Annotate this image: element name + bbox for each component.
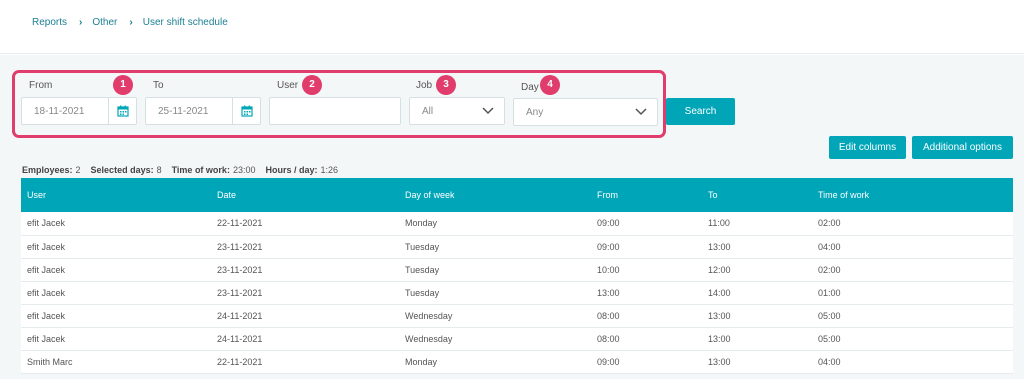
column-header-from[interactable]: From — [591, 178, 702, 212]
cell-date: 23-11-2021 — [211, 258, 399, 282]
day-select-value: Any — [526, 107, 544, 118]
cell-user: efit Jacek — [21, 235, 211, 259]
cell-user: efit Jacek — [21, 212, 211, 236]
top-bar: Reports › Other › User shift schedule — [0, 0, 1024, 54]
summary-bar: Employees: 2 Selected days: 8 Time of work… — [22, 165, 348, 175]
cell-from: 10:00 — [591, 258, 702, 282]
breadcrumb-current: User shift schedule — [142, 17, 228, 28]
table-header-row: User Date Day of week From To Time of wo… — [21, 178, 1013, 212]
cell-day-of-week: Monday — [399, 350, 591, 374]
chevron-down-icon — [635, 108, 647, 116]
cell-from: 09:00 — [591, 235, 702, 259]
breadcrumb: Reports › Other › User shift schedule — [32, 17, 228, 28]
cell-day-of-week: Tuesday — [399, 258, 591, 282]
summary-hours-per-day: Hours / day: 1:26 — [265, 165, 339, 175]
cell-time-of-work: 05:00 — [812, 304, 1013, 328]
table-row[interactable]: efit Jacek 22-11-2021 Monday 09:00 11:00… — [21, 212, 1013, 236]
breadcrumb-other[interactable]: Other — [92, 17, 117, 28]
summary-time-of-work: Time of work: 23:00 — [171, 165, 256, 175]
cell-day-of-week: Monday — [399, 212, 591, 236]
cell-date: 22-11-2021 — [211, 212, 399, 236]
cell-time-of-work: 02:00 — [812, 212, 1013, 236]
cell-day-of-week: Wednesday — [399, 327, 591, 351]
annotation-badge-2: 2 — [302, 75, 322, 95]
edit-columns-button[interactable]: Edit columns — [829, 136, 906, 159]
table-row[interactable]: efit Jacek 23-11-2021 Tuesday 10:00 12:0… — [21, 258, 1013, 282]
cell-date: 22-11-2021 — [211, 350, 399, 374]
to-date-field[interactable]: 25-11-2021 — [145, 97, 261, 125]
column-header-date[interactable]: Date — [211, 178, 399, 212]
cell-date: 23-11-2021 — [211, 235, 399, 259]
from-date-field[interactable]: 18-11-2021 — [21, 97, 137, 125]
column-header-time-of-work[interactable]: Time of work — [812, 178, 1013, 212]
cell-date: 23-11-2021 — [211, 281, 399, 305]
annotation-badge-1: 1 — [113, 75, 133, 95]
user-label: User — [277, 80, 299, 91]
cell-user: efit Jacek — [21, 258, 211, 282]
cell-time-of-work: 01:00 — [812, 281, 1013, 305]
annotation-badge-4: 4 — [540, 75, 560, 95]
cell-to: 13:00 — [702, 327, 812, 351]
cell-user: efit Jacek — [21, 327, 211, 351]
job-select-value: All — [422, 106, 434, 117]
cell-time-of-work: 04:00 — [812, 350, 1013, 374]
job-select[interactable]: All — [409, 97, 505, 125]
search-button[interactable]: Search — [666, 98, 735, 125]
table-row[interactable]: efit Jacek 23-11-2021 Tuesday 09:00 13:0… — [21, 235, 1013, 259]
cell-from: 13:00 — [591, 281, 702, 305]
cell-to: 13:00 — [702, 304, 812, 328]
column-header-to[interactable]: To — [702, 178, 812, 212]
table-row[interactable]: efit Jacek 24-11-2021 Wednesday 08:00 13… — [21, 304, 1013, 328]
cell-from: 08:00 — [591, 304, 702, 328]
calendar-icon[interactable] — [108, 98, 136, 124]
day-select[interactable]: Any — [513, 98, 658, 126]
cell-date: 24-11-2021 — [211, 327, 399, 351]
cell-date: 24-11-2021 — [211, 304, 399, 328]
cell-to: 12:00 — [702, 258, 812, 282]
summary-employees: Employees: 2 — [22, 165, 81, 175]
cell-time-of-work: 04:00 — [812, 235, 1013, 259]
to-label: To — [153, 80, 164, 91]
summary-selected-days: Selected days: 8 — [90, 165, 162, 175]
additional-options-button[interactable]: Additional options — [912, 136, 1013, 159]
cell-time-of-work: 05:00 — [812, 327, 1013, 351]
calendar-icon[interactable] — [232, 98, 260, 124]
cell-to: 11:00 — [702, 212, 812, 236]
cell-from: 08:00 — [591, 327, 702, 351]
table-row[interactable]: efit Jacek 24-11-2021 Wednesday 08:00 13… — [21, 327, 1013, 351]
cell-time-of-work: 02:00 — [812, 258, 1013, 282]
to-date-value[interactable]: 25-11-2021 — [146, 98, 232, 124]
cell-day-of-week: Tuesday — [399, 281, 591, 305]
day-label: Day — [521, 82, 539, 93]
chevron-right-icon: › — [79, 17, 83, 28]
from-date-value[interactable]: 18-11-2021 — [22, 98, 108, 124]
cell-to: 14:00 — [702, 281, 812, 305]
chevron-down-icon — [482, 107, 494, 115]
cell-from: 09:00 — [591, 350, 702, 374]
cell-from: 09:00 — [591, 212, 702, 236]
cell-day-of-week: Tuesday — [399, 235, 591, 259]
job-label: Job — [416, 80, 433, 91]
cell-day-of-week: Wednesday — [399, 304, 591, 328]
cell-user: efit Jacek — [21, 304, 211, 328]
user-input[interactable] — [269, 97, 401, 125]
annotation-badge-3: 3 — [436, 75, 456, 95]
column-header-user[interactable]: User — [21, 178, 211, 212]
column-header-day-of-week[interactable]: Day of week — [399, 178, 591, 212]
table-row[interactable]: efit Jacek 23-11-2021 Tuesday 13:00 14:0… — [21, 281, 1013, 305]
cell-to: 13:00 — [702, 350, 812, 374]
chevron-right-icon: › — [129, 17, 133, 28]
from-label: From — [29, 80, 53, 91]
cell-to: 13:00 — [702, 235, 812, 259]
breadcrumb-reports[interactable]: Reports — [32, 17, 67, 28]
shift-table: User Date Day of week From To Time of wo… — [21, 178, 1013, 374]
cell-user: efit Jacek — [21, 281, 211, 305]
table-row[interactable]: Smith Marc 22-11-2021 Monday 09:00 13:00… — [21, 350, 1013, 374]
cell-user: Smith Marc — [21, 350, 211, 374]
